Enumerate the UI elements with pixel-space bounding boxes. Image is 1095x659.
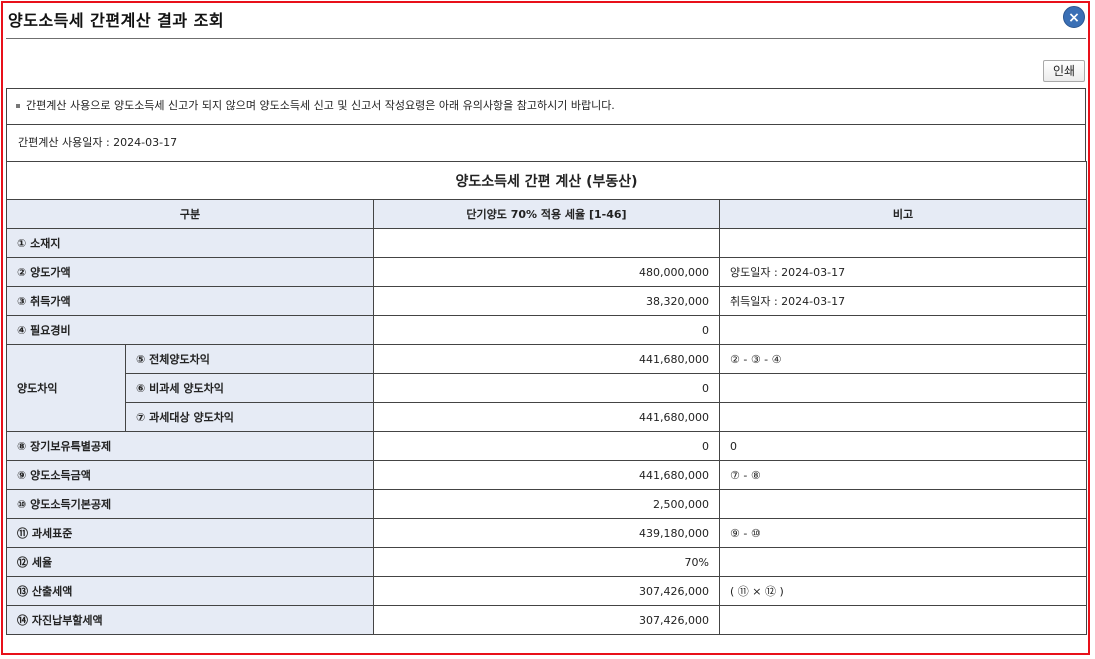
row-memo: ⑦ - ⑧ xyxy=(718,460,1088,490)
row-label: ③ 취득가액 xyxy=(6,286,374,316)
title-divider xyxy=(6,38,1086,39)
row-memo xyxy=(718,402,1088,432)
row-memo xyxy=(718,605,1088,635)
header-memo: 비고 xyxy=(718,199,1088,229)
row-value: 0 xyxy=(373,431,720,461)
row-label: ⑩ 양도소득기본공제 xyxy=(6,489,374,519)
row-memo: ( ⑪ × ⑫ ) xyxy=(718,576,1088,606)
table-row: ⑥ 비과세 양도차익 0 xyxy=(7,373,1088,403)
dialog-title: 양도소득세 간편계산 결과 조회 xyxy=(8,11,225,30)
table-row: ⑭ 자진납부할세액 307,426,000 xyxy=(6,605,1088,635)
row-memo: ⑨ - ⑩ xyxy=(718,518,1088,548)
row-value: 307,426,000 xyxy=(373,605,720,635)
row-value: 480,000,000 xyxy=(373,257,720,287)
print-button[interactable]: 인쇄 xyxy=(1043,60,1085,82)
close-icon: × xyxy=(1068,10,1080,26)
row-label: ⑬ 산출세액 xyxy=(6,576,374,606)
row-value: 70% xyxy=(373,547,720,577)
row-label: ② 양도가액 xyxy=(6,257,374,287)
bullet-icon xyxy=(16,104,20,108)
row-value: 441,680,000 xyxy=(373,460,720,490)
table-row: ⑫ 세율 70% xyxy=(6,547,1088,577)
row-label: ⑭ 자진납부할세액 xyxy=(6,605,374,635)
row-memo xyxy=(718,547,1088,577)
usage-date-box: 간편계산 사용일자 : 2024-03-17 xyxy=(6,124,1086,162)
table-row: 양도차익 ⑤ 전체양도차익 441,680,000 ② - ③ - ④ xyxy=(6,344,1088,432)
row-label: ⑫ 세율 xyxy=(6,547,374,577)
row-value: 439,180,000 xyxy=(373,518,720,548)
row-value: 0 xyxy=(373,373,720,403)
usage-date-text: 간편계산 사용일자 : 2024-03-17 xyxy=(18,136,178,149)
table-row: ③ 취득가액 38,320,000 취득일자 : 2024-03-17 xyxy=(6,286,1088,316)
row-value: 307,426,000 xyxy=(373,576,720,606)
header-amount: 단기양도 70% 적용 세율 [1-46] xyxy=(373,199,720,229)
close-button[interactable]: × xyxy=(1063,6,1085,28)
row-memo xyxy=(718,373,1088,403)
header-category: 구분 xyxy=(6,199,374,229)
row-value: 2,500,000 xyxy=(373,489,720,519)
notice-text: 간편계산 사용으로 양도소득세 신고가 되지 않으며 양도소득세 신고 및 신고… xyxy=(26,99,615,112)
table-row: ⑦ 과세대상 양도차익 441,680,000 xyxy=(7,402,1088,432)
table-row: ① 소재지 xyxy=(6,228,1088,258)
row-memo: 0 xyxy=(718,431,1088,461)
table-row: ⑩ 양도소득기본공제 2,500,000 xyxy=(6,489,1088,519)
row-label: ① 소재지 xyxy=(6,228,374,258)
table-row: ④ 필요경비 0 xyxy=(6,315,1088,345)
notice-box: 간편계산 사용으로 양도소득세 신고가 되지 않으며 양도소득세 신고 및 신고… xyxy=(6,88,1086,124)
row-memo xyxy=(718,489,1088,519)
table-row: ② 양도가액 480,000,000 양도일자 : 2024-03-17 xyxy=(6,257,1088,287)
row-memo: ② - ③ - ④ xyxy=(718,344,1088,374)
table-caption: 양도소득세 간편 계산 (부동산) xyxy=(5,161,1088,200)
row-label: ⑥ 비과세 양도차익 xyxy=(125,373,374,403)
table-row: ⑪ 과세표준 439,180,000 ⑨ - ⑩ xyxy=(6,518,1088,548)
row-memo: 양도일자 : 2024-03-17 xyxy=(718,257,1088,287)
row-memo: 취득일자 : 2024-03-17 xyxy=(718,286,1088,316)
row-label: ⑧ 장기보유특별공제 xyxy=(6,431,374,461)
row-value xyxy=(373,228,720,258)
row-label: ⑤ 전체양도차익 xyxy=(125,344,374,374)
table-row: ⑧ 장기보유특별공제 0 0 xyxy=(6,431,1088,461)
row-value: 0 xyxy=(373,315,720,345)
table-row: ⑬ 산출세액 307,426,000 ( ⑪ × ⑫ ) xyxy=(6,576,1088,606)
row-memo xyxy=(718,315,1088,345)
row-label: ⑦ 과세대상 양도차익 xyxy=(125,402,374,432)
row-label: ⑨ 양도소득금액 xyxy=(6,460,374,490)
calc-table: 양도소득세 간편 계산 (부동산) 구분 단기양도 70% 적용 세율 [1-4… xyxy=(5,161,1088,635)
row-value: 441,680,000 xyxy=(373,344,720,374)
row-value: 38,320,000 xyxy=(373,286,720,316)
row-label: ⑪ 과세표준 xyxy=(6,518,374,548)
row-value: 441,680,000 xyxy=(373,402,720,432)
row-label: ④ 필요경비 xyxy=(6,315,374,345)
row-memo xyxy=(718,228,1088,258)
table-row: ⑨ 양도소득금액 441,680,000 ⑦ - ⑧ xyxy=(6,460,1088,490)
group-label: 양도차익 xyxy=(6,344,126,432)
